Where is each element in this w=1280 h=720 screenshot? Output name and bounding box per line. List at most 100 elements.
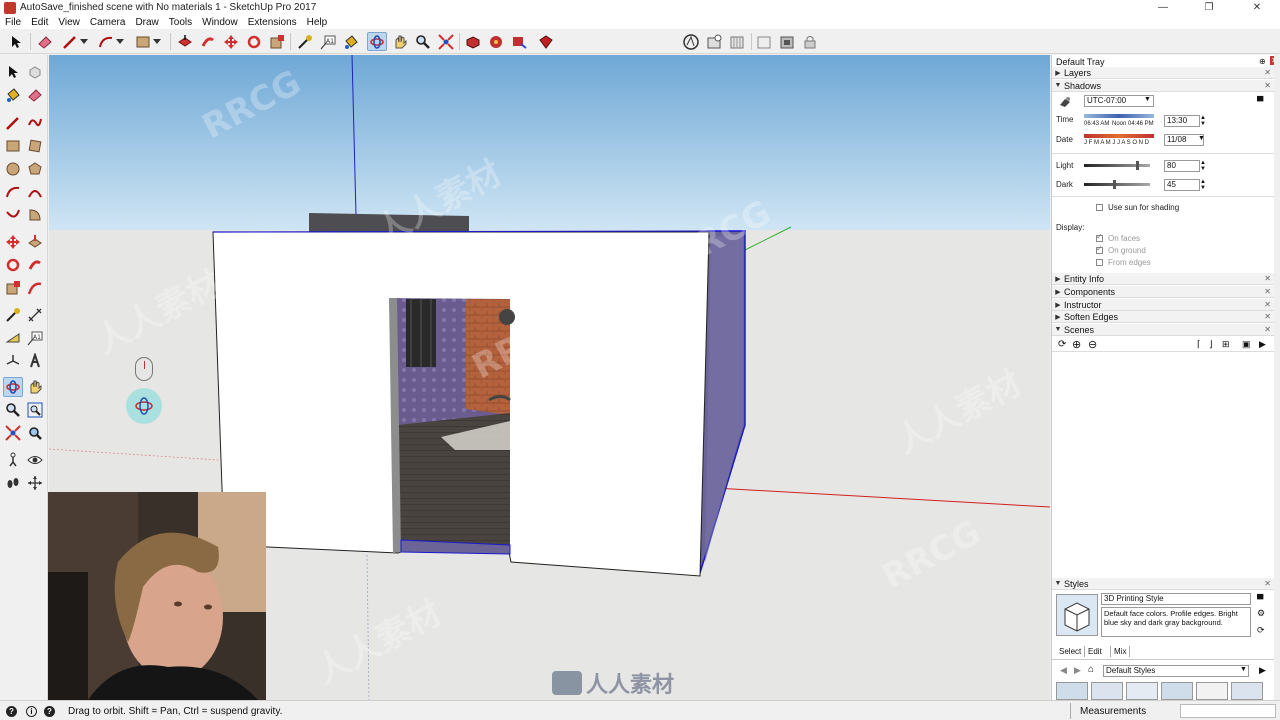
style-description[interactable]: Default face colors. Profile edges. Brig… [1101,607,1251,637]
move-tool-icon[interactable] [221,32,241,51]
update-style-icon[interactable]: ⚙ [1257,608,1265,619]
walk-icon[interactable] [3,473,23,493]
push-pull-tool-icon[interactable] [175,32,195,51]
polygon-icon[interactable] [25,159,45,179]
select-tool-icon[interactable] [6,32,26,51]
instructor-icon[interactable]: ? [44,706,55,717]
line-tool-icon[interactable] [60,32,80,51]
details-icon[interactable]: ▶ [1259,665,1266,676]
make-component-icon[interactable] [25,62,45,82]
details-toggle-icon[interactable]: ▀ [1257,96,1263,106]
orbit-icon[interactable] [3,377,23,397]
styles-tab-select[interactable]: Select [1056,646,1085,657]
style-thumbnail[interactable] [1091,682,1123,700]
restore-button[interactable]: ❐ [1186,0,1232,15]
style-thumbnail[interactable] [1126,682,1158,700]
rotate-icon[interactable] [3,255,23,275]
scale-tool-icon[interactable] [267,32,287,51]
styles-tab-mix[interactable]: Mix [1110,646,1131,657]
scene-thumbnail-icon[interactable]: ▣ [1242,339,1251,350]
dark-slider[interactable] [1084,183,1150,186]
axes-icon[interactable] [3,351,23,371]
scale-icon[interactable] [3,278,23,298]
menu-edit[interactable]: Edit [26,17,53,28]
two-point-arc-icon[interactable] [25,182,45,202]
text-icon[interactable]: A1 [25,328,45,348]
chevron-down-icon[interactable]: ▼ [1198,135,1205,142]
panel-styles[interactable]: ▼ Styles ✕ [1052,578,1274,590]
panel-soften-edges[interactable]: ▶ Soften Edges ✕ [1052,311,1274,323]
from-edges-checkbox[interactable] [1096,259,1103,266]
panel-close-icon[interactable]: ✕ [1264,325,1271,334]
light-spinner[interactable]: ▲ ▼ [1200,160,1206,172]
tape-measure-tool-icon[interactable] [295,32,315,51]
on-ground-checkbox[interactable] [1096,244,1103,254]
follow-me-tool-icon[interactable] [198,32,218,51]
use-sun-checkbox[interactable] [1096,204,1103,211]
panel-close-icon[interactable]: ✕ [1264,274,1271,283]
display-section-cuts-icon[interactable] [726,32,748,51]
shaded-style-icon[interactable] [777,32,797,51]
minimize-button[interactable]: — [1140,0,1186,15]
eraser-icon[interactable] [25,85,45,105]
lock-style-icon[interactable] [800,32,820,51]
pan-icon[interactable] [25,377,45,397]
follow-me-icon[interactable] [25,255,45,275]
forward-arrow-icon[interactable]: ▶ [1074,665,1081,676]
zoom-extents-tool-icon[interactable] [436,32,456,51]
extension-manager-icon[interactable] [536,32,556,51]
tape-measure-icon[interactable] [3,305,23,325]
arc-icon[interactable] [3,182,23,202]
panel-shadows[interactable]: ▼ Shadows ✕ [1052,80,1274,92]
panel-scenes[interactable]: ▼ Scenes ✕ [1052,324,1274,336]
back-arrow-icon[interactable]: ◀ [1060,665,1067,676]
dimension-icon[interactable] [25,305,45,325]
xray-style-icon[interactable] [754,32,774,51]
look-around-icon[interactable] [25,450,45,470]
rectangle-tool-icon[interactable] [133,32,153,51]
refresh-scene-icon[interactable]: ⟳ [1058,339,1066,350]
panel-close-icon[interactable]: ✕ [1264,287,1271,296]
panel-components[interactable]: ▶ Components ✕ [1052,286,1274,298]
home-icon[interactable]: ⌂ [1088,664,1094,675]
position-camera-icon[interactable] [3,450,23,470]
move-scene-down-icon[interactable]: ⌋ [1209,339,1213,350]
tray-pin-icon[interactable]: ⊕ [1259,57,1266,66]
panel-layers[interactable]: ▶ Layers ✕ [1052,67,1274,79]
extension-warehouse-icon[interactable] [486,32,506,51]
share-model-icon[interactable] [509,32,529,51]
time-slider[interactable] [1084,114,1154,118]
rotated-rectangle-icon[interactable] [25,136,45,156]
protractor-icon[interactable] [3,328,23,348]
menu-draw[interactable]: Draw [130,17,163,28]
select-tool-icon[interactable] [3,62,23,82]
shape-tool-dropdown-icon[interactable] [151,32,163,51]
geo-location-icon[interactable]: ? [6,706,17,717]
zoom-tool-icon[interactable] [413,32,433,51]
create-style-icon[interactable]: ▀ [1257,594,1263,604]
time-spinner[interactable]: ▲ ▼ [1200,115,1206,127]
move-scene-up-icon[interactable]: ⌈ [1197,339,1201,350]
panel-close-icon[interactable]: ✕ [1264,81,1271,90]
light-input[interactable]: 80 [1164,160,1200,172]
panel-close-icon[interactable]: ✕ [1264,579,1271,588]
panel-close-icon[interactable]: ✕ [1264,300,1271,309]
chevron-down-icon[interactable]: ▼ [1144,96,1151,103]
style-thumbnail[interactable] [1231,682,1263,700]
dark-spinner[interactable]: ▲ ▼ [1200,179,1206,191]
previous-view-icon[interactable] [25,423,45,443]
light-slider[interactable] [1084,164,1150,167]
zoom-extents-icon[interactable] [3,423,23,443]
panel-close-icon[interactable]: ✕ [1264,68,1271,77]
pan-tool-icon[interactable] [390,32,410,51]
menu-view[interactable]: View [53,17,85,28]
panel-entity-info[interactable]: ▶ Entity Info ✕ [1052,273,1274,285]
menu-extensions[interactable]: Extensions [243,17,302,28]
style-name-input[interactable]: 3D Printing Style [1101,593,1251,605]
three-point-arc-icon[interactable] [3,205,23,225]
styles-tab-edit[interactable]: Edit [1084,646,1105,657]
section-plane-icon[interactable] [680,32,702,51]
menu-file[interactable]: File [0,17,26,28]
circle-icon[interactable] [3,159,23,179]
pie-icon[interactable] [25,205,45,225]
